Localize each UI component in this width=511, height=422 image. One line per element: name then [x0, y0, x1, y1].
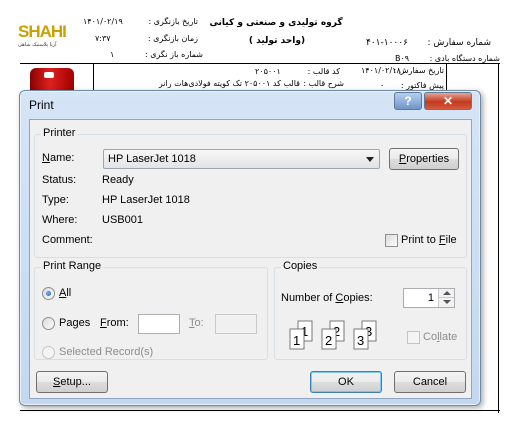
dialog-title: Print: [29, 98, 54, 112]
properties-button[interactable]: Properties: [389, 148, 459, 170]
spin-down-icon[interactable]: [438, 298, 454, 307]
num-copies-value: 1: [427, 292, 434, 304]
device-number-label: شماره دستگاه بادی :: [429, 54, 500, 63]
where-label: Where:: [42, 214, 78, 226]
num-copies-label: Number of Copies:: [281, 292, 373, 304]
order-date-label: تاریخ سفارش :: [393, 66, 444, 75]
setup-button[interactable]: Setup...: [36, 371, 108, 393]
report-divider: [498, 63, 499, 413]
collate-pages-icon: 1 1 2 2 3 3: [289, 320, 377, 350]
order-number-value: ۴۰۱-۱۰۰۰۶: [366, 38, 408, 48]
svg-text:3: 3: [357, 333, 364, 348]
print-to-file-label: Print to File: [401, 234, 457, 246]
mold-code-value: ۲۰۵۰۰۱: [255, 67, 281, 76]
mold-desc-label: شرح قالب :: [303, 79, 344, 88]
logo-subtitle: آرتا پلاستیک شاهی: [18, 42, 57, 48]
selected-records-radio[interactable]: [42, 346, 55, 359]
from-label: From:: [100, 317, 129, 329]
screen: SHAHI آرتا پلاستیک شاهی ۱۴۰۱/۰۲/۱۹ تاریخ…: [0, 0, 511, 422]
help-button[interactable]: ?: [394, 92, 422, 110]
collate-label: Collate: [423, 331, 458, 343]
comment-label: Comment:: [42, 234, 93, 246]
review-date-value: ۱۴۰۱/۰۲/۱۹: [83, 17, 123, 26]
ok-button[interactable]: OK: [310, 371, 382, 393]
status-value: Ready: [102, 174, 134, 186]
report-divider: [93, 63, 94, 93]
printer-group-title: Printer: [41, 127, 78, 139]
type-label: Type:: [42, 194, 69, 206]
type-value: HP LaserJet 1018: [102, 194, 190, 206]
print-dialog: Print ? ✕ Printer Name: HP LaserJet 1018…: [19, 90, 481, 406]
where-value: USB001: [102, 214, 143, 226]
spin-up-icon[interactable]: [438, 289, 454, 298]
svg-text:1: 1: [293, 333, 300, 348]
mold-desc-value: قالب کد ۲۰۵۰۰۱ تک کویته فولادی‌هات رانر: [158, 79, 300, 88]
invoice-label: پیش فاکتور :: [400, 81, 444, 90]
review-count-label: شماره باز نگری :: [145, 50, 203, 59]
status-label: Status:: [42, 174, 77, 186]
svg-text:2: 2: [325, 333, 332, 348]
company-name: گروه تولیدی و صنعتی و کیانی: [209, 18, 343, 28]
dialog-client: Printer Name: HP LaserJet 1018 Propertie…: [29, 119, 472, 399]
logo-mark: SHAHI: [18, 22, 67, 41]
copies-group: Copies Number of Copies: 1 1 1 2 2 3 3 C…: [274, 260, 467, 360]
copies-group-title: Copies: [281, 260, 320, 272]
unit-label: (واحد تولید ): [248, 36, 306, 46]
print-range-group: Print Range All Pages From: To: Selected…: [34, 260, 268, 360]
cancel-button[interactable]: Cancel: [394, 371, 466, 393]
pages-radio[interactable]: [42, 317, 55, 330]
report-rule: [20, 63, 500, 64]
name-label: Name:: [42, 152, 75, 164]
report-divider: [446, 63, 447, 93]
invoice-value: ۰: [380, 81, 385, 90]
order-number-label: شماره سفارش :: [427, 38, 491, 48]
mold-code-label: کد قالب :: [307, 67, 340, 76]
product-image: [30, 68, 74, 92]
company-logo: SHAHI آرتا پلاستیک شاهی: [18, 20, 78, 52]
to-label: To:: [189, 317, 204, 329]
printer-select-value: HP LaserJet 1018: [108, 153, 196, 165]
help-icon: ?: [404, 94, 412, 108]
print-range-group-title: Print Range: [41, 260, 104, 272]
chevron-down-icon: [366, 157, 374, 162]
selected-records-label: Selected Record(s): [59, 346, 154, 358]
all-label: All: [59, 287, 72, 299]
pages-label: Pages: [59, 317, 91, 329]
from-input[interactable]: [138, 314, 180, 334]
review-time-label: زمان بازنگری :: [147, 34, 198, 43]
device-number-value: B۰۹: [395, 54, 410, 63]
report-rule: [20, 410, 500, 411]
review-date-label: تاریخ بازنگری :: [148, 17, 198, 26]
close-icon: ✕: [442, 94, 454, 108]
all-radio[interactable]: [42, 287, 55, 300]
printer-select[interactable]: HP LaserJet 1018: [103, 149, 380, 169]
printer-group: Printer Name: HP LaserJet 1018 Propertie…: [34, 127, 467, 258]
print-to-file-checkbox[interactable]: [385, 234, 398, 247]
num-copies-spinner[interactable]: 1: [403, 288, 455, 308]
collate-checkbox[interactable]: [407, 331, 420, 344]
review-time-value: ۷:۳۷: [95, 34, 111, 43]
review-count-value: ۱: [110, 50, 115, 59]
to-input[interactable]: [215, 314, 257, 334]
close-button[interactable]: ✕: [424, 92, 472, 110]
